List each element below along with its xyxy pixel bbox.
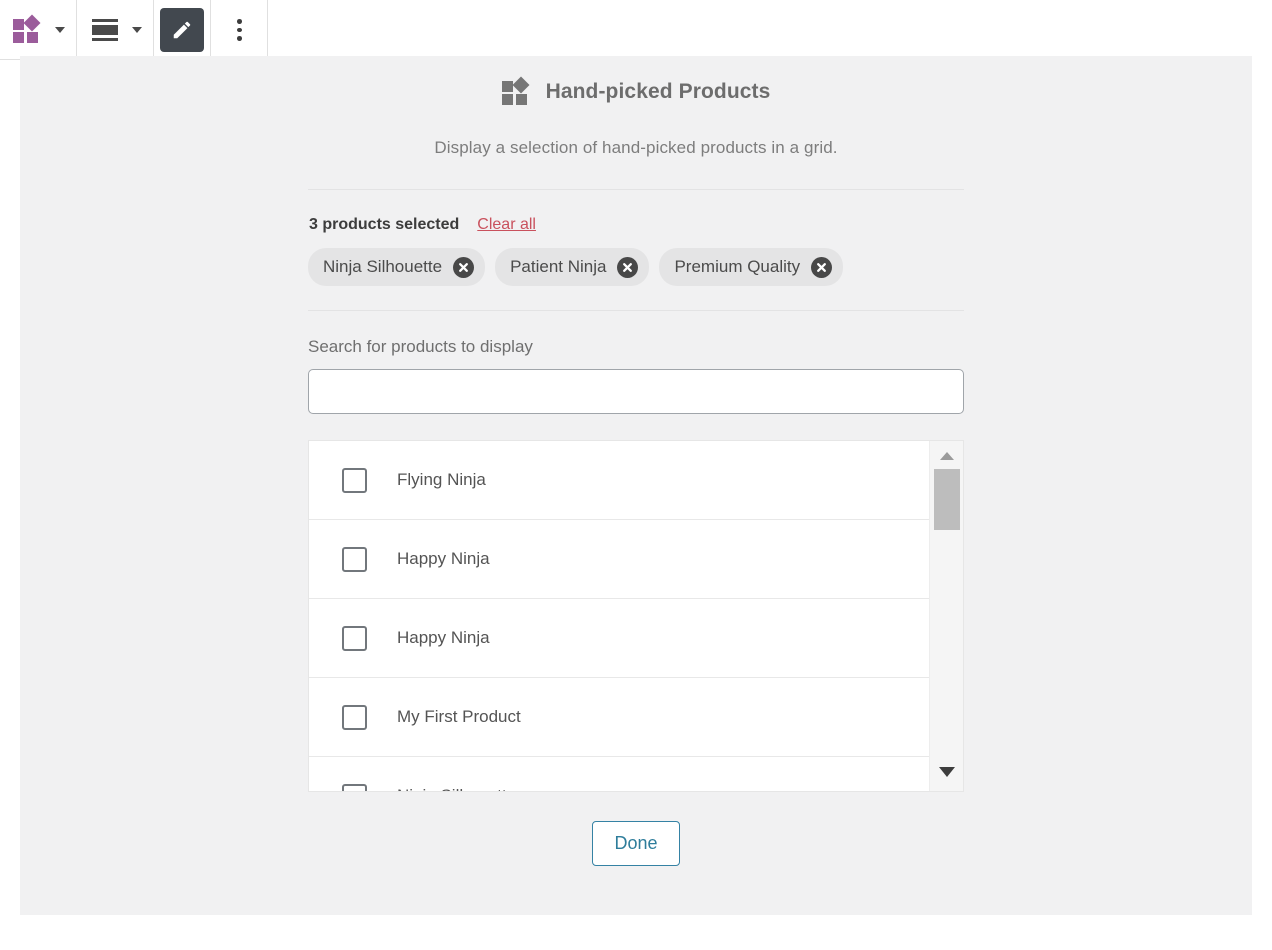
- done-button[interactable]: Done: [592, 821, 680, 866]
- close-circle-icon[interactable]: [453, 257, 474, 278]
- block-type-button[interactable]: [6, 8, 50, 52]
- product-tag: Patient Ninja: [495, 248, 649, 286]
- scroll-up-arrow-icon[interactable]: [930, 445, 964, 467]
- product-tag-label: Patient Ninja: [510, 257, 606, 277]
- product-checkbox[interactable]: [342, 547, 367, 572]
- product-label: Flying Ninja: [397, 470, 486, 490]
- list-item[interactable]: My First Product: [309, 678, 931, 757]
- panel-footer: Done: [308, 821, 964, 866]
- divider-top: [308, 189, 964, 190]
- toolbar-group-block-type: [0, 0, 77, 60]
- list-item[interactable]: Happy Ninja: [309, 599, 931, 678]
- close-circle-icon[interactable]: [811, 257, 832, 278]
- divider-middle: [308, 310, 964, 311]
- page-title: Hand-picked Products: [546, 80, 771, 104]
- product-label: Ninja Silhouette: [397, 786, 516, 791]
- product-label: Happy Ninja: [397, 628, 490, 648]
- block-type-chevron-down-icon[interactable]: [50, 8, 70, 52]
- product-checkbox[interactable]: [342, 468, 367, 493]
- blocks-icon: [13, 16, 43, 44]
- edit-button[interactable]: [160, 8, 204, 52]
- product-label: My First Product: [397, 707, 521, 727]
- kebab-menu-icon: [237, 19, 242, 41]
- blocks-icon: [502, 78, 532, 106]
- close-circle-icon[interactable]: [617, 257, 638, 278]
- panel-header: Hand-picked Products: [308, 56, 964, 106]
- panel-description: Display a selection of hand-picked produ…: [308, 138, 964, 158]
- more-options-button[interactable]: [217, 8, 261, 52]
- product-tag-label: Ninja Silhouette: [323, 257, 442, 277]
- app-root: Hand-picked Products Display a selection…: [0, 0, 1272, 950]
- align-button[interactable]: [83, 8, 127, 52]
- product-tag: Premium Quality: [659, 248, 843, 286]
- selection-summary: 3 products selected Clear all: [308, 216, 964, 234]
- list-item[interactable]: Flying Ninja: [309, 441, 931, 520]
- toolbar-group-edit: [154, 0, 211, 60]
- block-toolbar: [0, 0, 268, 60]
- search-input[interactable]: [308, 369, 964, 414]
- scroll-down-arrow-icon[interactable]: [930, 761, 964, 783]
- list-item[interactable]: Ninja Silhouette: [309, 757, 931, 791]
- results-scrollbar[interactable]: [929, 441, 963, 791]
- align-chevron-down-icon[interactable]: [127, 8, 147, 52]
- product-checkbox[interactable]: [342, 705, 367, 730]
- hand-picked-products-panel: Hand-picked Products Display a selection…: [20, 56, 1252, 915]
- product-checkbox[interactable]: [342, 784, 367, 792]
- selected-count-label: 3 products selected: [309, 216, 459, 234]
- selected-product-tags: Ninja Silhouette Patient Ninja Premium Qua…: [308, 248, 964, 286]
- product-tag-label: Premium Quality: [674, 257, 800, 277]
- toolbar-group-more: [211, 0, 268, 60]
- pencil-icon: [171, 19, 193, 41]
- align-center-icon: [92, 19, 118, 41]
- product-results-list: Flying Ninja Happy Ninja Happy Ninja My Fir…: [308, 440, 964, 792]
- scrollbar-thumb[interactable]: [934, 469, 960, 530]
- search-label: Search for products to display: [308, 337, 964, 357]
- clear-all-link[interactable]: Clear all: [477, 216, 536, 234]
- list-item[interactable]: Happy Ninja: [309, 520, 931, 599]
- product-tag: Ninja Silhouette: [308, 248, 485, 286]
- product-checkbox[interactable]: [342, 626, 367, 651]
- product-results-scroll: Flying Ninja Happy Ninja Happy Ninja My Fir…: [309, 441, 931, 791]
- toolbar-group-alignment: [77, 0, 154, 60]
- product-label: Happy Ninja: [397, 549, 490, 569]
